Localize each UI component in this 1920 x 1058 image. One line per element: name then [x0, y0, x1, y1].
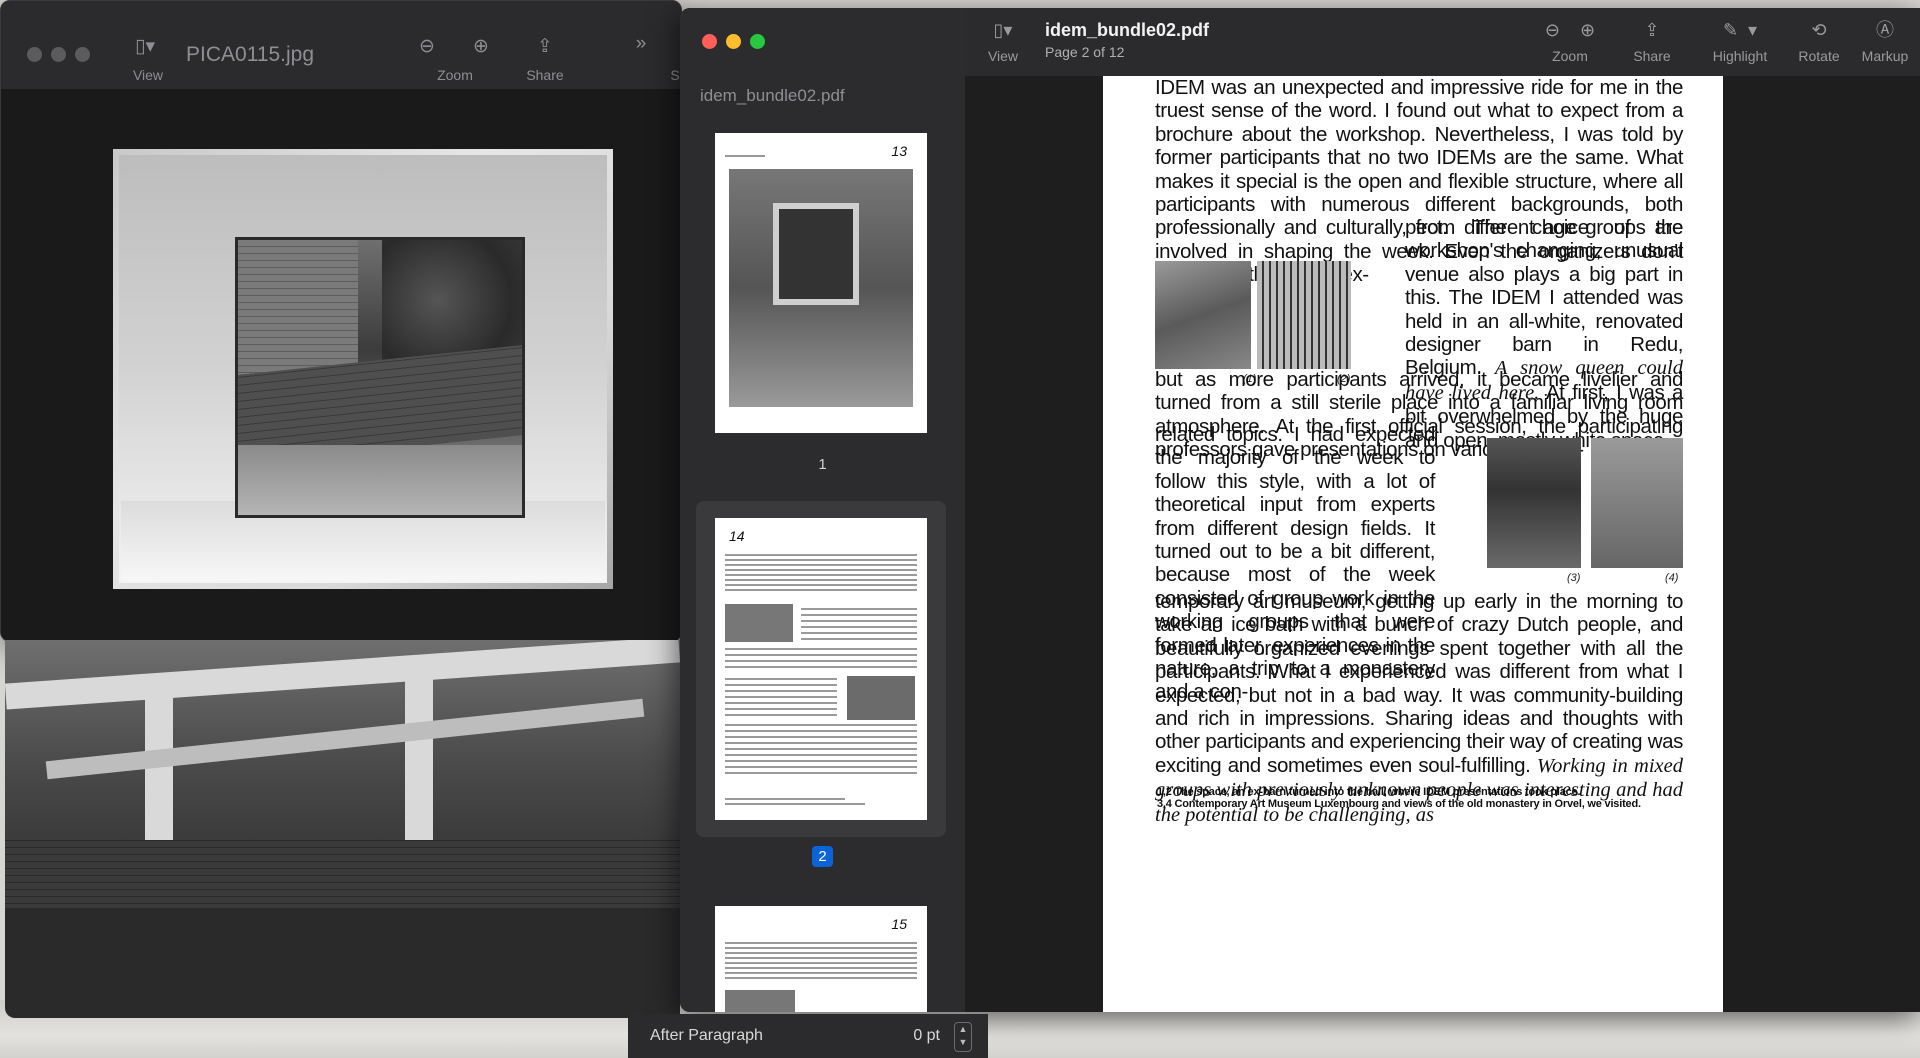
footnote-2: 3,4 Contemporary Art Museum Luxembourg a…: [1157, 798, 1641, 810]
window-title: PICA0115.jpg: [186, 43, 315, 66]
thumbnail-page-number: 13: [891, 143, 907, 159]
zoom-in-icon[interactable]: ⊕: [467, 35, 495, 58]
zoom-label: Zoom: [437, 67, 473, 83]
zoom-button[interactable]: [75, 47, 90, 62]
figure-3: [1487, 438, 1581, 568]
after-paragraph-label: After Paragraph: [650, 1027, 763, 1044]
document-viewer[interactable]: IDEM was an unexpected and impressive ri…: [965, 76, 1920, 1012]
pdf-preview-window[interactable]: idem_bundle02.pdf 13 1 14 2 15 ▯▾ View i…: [680, 8, 1920, 1012]
share-icon: ⇪: [1644, 20, 1660, 40]
pdf-toolbar: ▯▾ View idem_bundle02.pdf Page 2 of 12 ⊖…: [965, 8, 1920, 77]
thumbnail-page-number: 14: [729, 528, 745, 544]
thumbnail-sidebar[interactable]: idem_bundle02.pdf 13 1 14 2 15: [680, 8, 966, 1012]
after-paragraph-value[interactable]: 0 pt: [913, 1027, 940, 1045]
highlighter-icon: ✎ ▾: [1722, 20, 1758, 40]
figure-4: [1591, 438, 1683, 568]
footnote-1: 1,2 The space, an ex-barn turned into th…: [1157, 786, 1581, 798]
image-preview-window[interactable]: ▯▾ View PICA0115.jpg ⊖ ⊕ Zoom ⇪ Share » …: [0, 0, 682, 642]
page-thumbnail-2[interactable]: 14: [715, 518, 927, 820]
document-title: idem_bundle02.pdf: [1045, 20, 1210, 40]
page-indicator: Page 2 of 12: [1045, 44, 1125, 60]
window-controls[interactable]: [27, 47, 90, 62]
minimize-button[interactable]: [726, 34, 741, 49]
sidebar-toggle-icon: ▯▾: [993, 20, 1013, 40]
figure-1: [1155, 261, 1251, 369]
markup-button[interactable]: Ⓐ Markup: [1855, 18, 1915, 64]
photo-canvas[interactable]: [1, 89, 681, 641]
thumbnail-label-2: 2: [680, 846, 965, 867]
page-thumbnail-3[interactable]: 15: [715, 906, 927, 1012]
view-control[interactable]: ▯▾ View: [983, 18, 1023, 64]
share-label: Share: [526, 67, 564, 83]
more-tools-button[interactable]: »: [627, 33, 655, 55]
thumbnail-photo: [729, 169, 913, 407]
zoom-out-icon[interactable]: ⊖: [413, 35, 441, 58]
share-button[interactable]: ⇪ Share: [1628, 18, 1676, 64]
image-window-toolbar: ▯▾ View PICA0115.jpg ⊖ ⊕ Zoom ⇪ Share » …: [1, 1, 681, 90]
caption-3: (3): [1567, 572, 1581, 584]
view-label: View: [132, 67, 164, 83]
figure-2: [1257, 261, 1351, 369]
minimize-button[interactable]: [51, 47, 66, 62]
caption-4: (4): [1665, 572, 1679, 584]
zoom-icons[interactable]: ⊖ ⊕: [1520, 18, 1620, 42]
zoom-control[interactable]: ⊖ ⊕ Zoom: [1520, 18, 1620, 64]
spacing-stepper[interactable]: ▲ ▼: [954, 1022, 972, 1052]
markup-icon: Ⓐ: [1876, 20, 1894, 40]
share-icon[interactable]: ⇪: [531, 35, 559, 58]
paragraph-spacing-bar: After Paragraph 0 pt ▲ ▼: [628, 1014, 988, 1058]
highlight-button[interactable]: ✎ ▾ Highlight: [1700, 18, 1780, 64]
page-thumbnail-1[interactable]: 13: [715, 133, 927, 433]
sidebar-toggle-icon[interactable]: ▯▾: [131, 35, 159, 58]
photo-window-frame: [113, 149, 613, 589]
background-photo: [5, 640, 680, 908]
thumbnail-page-number: 15: [891, 916, 907, 932]
rotate-icon: ⟲: [1811, 20, 1827, 40]
photo-outdoor-view: [235, 237, 525, 518]
zoom-button[interactable]: [750, 34, 765, 49]
sidebar-title: idem_bundle02.pdf: [700, 86, 845, 105]
window-controls[interactable]: [702, 34, 765, 49]
close-button[interactable]: [27, 47, 42, 62]
background-window-bottom: [5, 908, 680, 1018]
rotate-button[interactable]: ⟲ Rotate: [1791, 18, 1847, 64]
thumbnail-label-1: 1: [818, 456, 827, 473]
close-button[interactable]: [702, 34, 717, 49]
pdf-page: IDEM was an unexpected and impressive ri…: [1103, 76, 1723, 1012]
